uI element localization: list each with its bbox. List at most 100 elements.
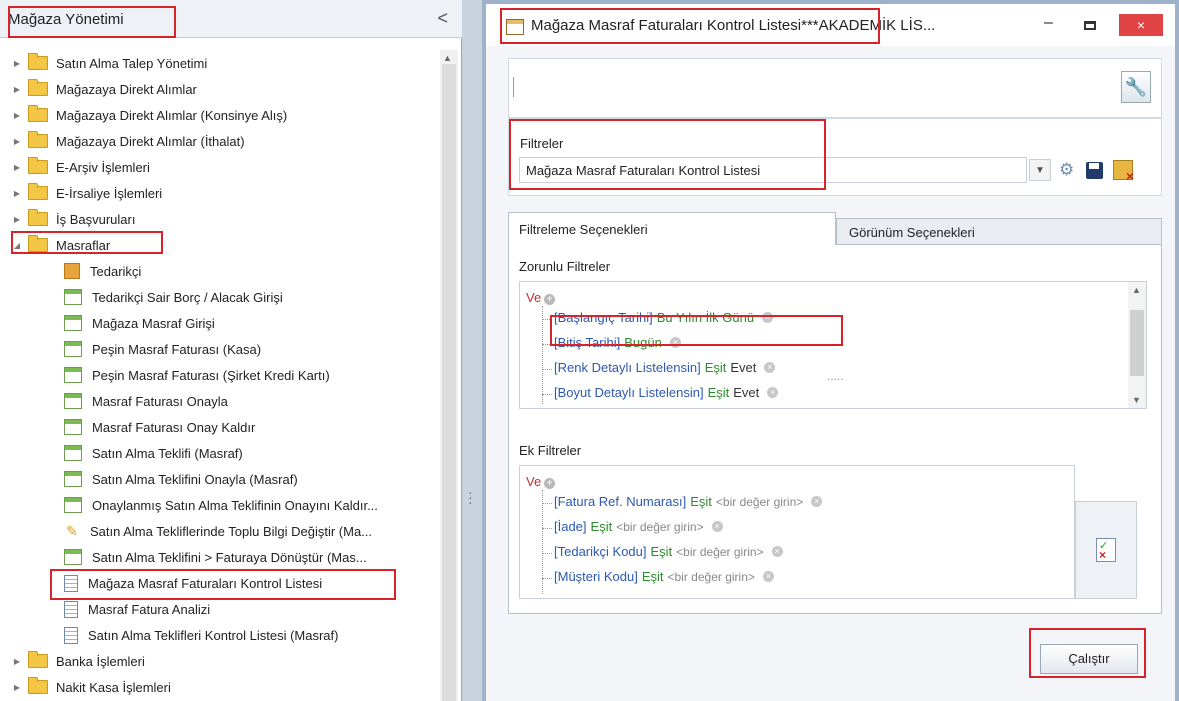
scroll-up-icon[interactable]: ▲ xyxy=(1132,285,1141,295)
expand-arrow-icon[interactable]: ◢ xyxy=(12,241,22,250)
filter-value-placeholder[interactable]: <bir değer girin> xyxy=(616,520,703,534)
tree-item[interactable]: Peşin Masraf Faturası (Kasa) xyxy=(64,336,261,362)
collapse-arrow-icon[interactable]: ▶ xyxy=(12,683,22,692)
collapse-arrow-icon[interactable]: ▶ xyxy=(12,59,22,68)
tree-item[interactable]: ▶ E-Arşiv İşlemleri xyxy=(12,154,150,180)
tree-scrollbar[interactable]: ▲ xyxy=(440,50,458,701)
tree-item[interactable]: ◢ Masraflar xyxy=(12,232,110,258)
scrollbar-thumb[interactable] xyxy=(1130,310,1144,376)
remove-condition-icon[interactable]: × xyxy=(767,387,779,398)
save-icon[interactable] xyxy=(1086,162,1103,179)
collapse-arrow-icon[interactable]: ▶ xyxy=(12,189,22,198)
filter-select[interactable]: Mağaza Masraf Faturaları Kontrol Listesi xyxy=(519,157,1027,183)
conjunction-label[interactable]: Ve + xyxy=(526,474,556,489)
tree-item[interactable]: Masraf Faturası Onayla xyxy=(64,388,228,414)
filter-field[interactable]: [Renk Detaylı Listelensin] xyxy=(554,360,701,375)
tree-item[interactable]: ▶ Mağazaya Direkt Alımlar (Konsinye Alış) xyxy=(12,102,287,128)
remove-condition-icon[interactable]: × xyxy=(811,496,823,507)
tree-item[interactable]: Satın Alma Teklifini > Faturaya Dönüştür… xyxy=(64,544,367,570)
maximize-button[interactable] xyxy=(1084,21,1096,30)
toolbar-input-caret[interactable] xyxy=(513,77,514,97)
tree-item[interactable]: Onaylanmış Satın Alma Teklifinin Onayını… xyxy=(64,492,378,518)
add-condition-icon[interactable]: + xyxy=(544,478,556,489)
remove-condition-icon[interactable]: × xyxy=(771,546,783,557)
tree-item[interactable]: Masraf Faturası Onay Kaldır xyxy=(64,414,255,440)
tree-item[interactable]: Tedarikçi xyxy=(64,258,141,284)
filter-operator[interactable]: Eşit xyxy=(690,494,712,509)
filter-operator[interactable]: Eşit xyxy=(705,360,727,375)
scroll-down-icon[interactable]: ▼ xyxy=(1132,395,1141,405)
tab-filtering-options[interactable]: Filtreleme Seçenekleri xyxy=(508,212,836,245)
collapse-panel-button[interactable]: < xyxy=(437,8,448,29)
tree-item[interactable]: ▶ E-İrsaliye İşlemleri xyxy=(12,180,162,206)
filter-condition-row[interactable]: [Başlangıç Tarihi] Bu Yılın İlk Günü × xyxy=(541,310,774,325)
filter-field[interactable]: [İade] xyxy=(554,519,587,534)
tree-item[interactable]: Mağaza Masraf Girişi xyxy=(64,310,215,336)
filter-condition-row[interactable]: [İade] Eşit <bir değer girin> × xyxy=(542,519,723,534)
filter-value[interactable]: Bu Yılın İlk Günü xyxy=(657,310,754,325)
filter-operator[interactable]: Eşit xyxy=(708,385,730,400)
tree-item[interactable]: ▶ Banka İşlemleri xyxy=(12,648,145,674)
minimize-button[interactable]: – xyxy=(1044,14,1053,32)
filter-condition-row[interactable]: [Müşteri Kodu] Eşit <bir değer girin> × xyxy=(542,569,774,584)
collapse-arrow-icon[interactable]: ▶ xyxy=(12,85,22,94)
scrollbar-thumb[interactable] xyxy=(442,64,456,701)
required-filters-scrollbar[interactable]: ▲ ▼ xyxy=(1128,282,1146,408)
filter-condition-row[interactable]: [Fatura Ref. Numarası] Eşit <bir değer gir… xyxy=(541,494,823,509)
filter-value[interactable]: Evet xyxy=(730,360,756,375)
filter-value[interactable]: Evet xyxy=(733,385,759,400)
remove-condition-icon[interactable]: × xyxy=(711,521,723,532)
panel-splitter[interactable]: · · · xyxy=(462,0,482,701)
collapse-arrow-icon[interactable]: ▶ xyxy=(12,163,22,172)
tree-item[interactable]: ▶ Mağazaya Direkt Alımlar xyxy=(12,76,197,102)
filter-field[interactable]: [Boyut Detaylı Listelensin] xyxy=(554,385,704,400)
settings-tool-button[interactable]: 🔧 xyxy=(1121,71,1151,103)
add-condition-icon[interactable]: + xyxy=(544,294,556,305)
remove-condition-icon[interactable]: × xyxy=(762,312,774,323)
run-button[interactable]: Çalıştır xyxy=(1040,644,1138,674)
tree-item[interactable]: Satın Alma Teklifleri Kontrol Listesi (M… xyxy=(64,622,338,648)
tree-item[interactable]: Peşin Masraf Faturası (Şirket Kredi Kart… xyxy=(64,362,330,388)
filter-operator[interactable]: Eşit xyxy=(591,519,613,534)
filter-operator[interactable]: Eşit xyxy=(651,544,673,559)
filter-condition-row[interactable]: [Bitiş Tarihi] Bugün × xyxy=(542,335,681,350)
tree-item[interactable]: Mağaza Masraf Faturaları Kontrol Listesi xyxy=(64,570,322,596)
remove-condition-icon[interactable]: × xyxy=(669,337,681,348)
conjunction-label[interactable]: Ve + xyxy=(526,290,556,305)
remove-condition-icon[interactable]: × xyxy=(764,362,776,373)
close-button[interactable]: × xyxy=(1119,14,1163,36)
filter-field[interactable]: [Müşteri Kodu] xyxy=(554,569,638,584)
tree-item[interactable]: ▶ Satın Alma Talep Yönetimi xyxy=(12,50,207,76)
filter-field[interactable]: [Tedarikçi Kodu] xyxy=(554,544,647,559)
filter-editor-button[interactable] xyxy=(1075,501,1137,599)
tree-item[interactable]: Masraf Fatura Analizi xyxy=(64,596,210,622)
scroll-up-icon[interactable]: ▲ xyxy=(443,53,452,63)
collapse-arrow-icon[interactable]: ▶ xyxy=(12,215,22,224)
tab-view-options[interactable]: Görünüm Seçenekleri xyxy=(836,218,1162,244)
filter-operator[interactable]: Eşit xyxy=(642,569,664,584)
remove-condition-icon[interactable]: × xyxy=(762,571,774,582)
filter-field[interactable]: [Fatura Ref. Numarası] xyxy=(554,494,686,509)
filter-value-placeholder[interactable]: <bir değer girin> xyxy=(676,545,763,559)
tree-item[interactable]: ▶ Mağazaya Direkt Alımlar (İthalat) xyxy=(12,128,245,154)
filter-condition-row[interactable]: [Renk Detaylı Listelensin] Eşit Evet × xyxy=(541,360,776,375)
tree-item[interactable]: Tedarikçi Sair Borç / Alacak Girişi xyxy=(64,284,283,310)
filter-field[interactable]: [Bitiş Tarihi] xyxy=(554,335,620,350)
gear-icon[interactable]: ⚙ xyxy=(1059,160,1074,180)
collapse-arrow-icon[interactable]: ▶ xyxy=(12,137,22,146)
filter-value[interactable]: Bugün xyxy=(624,335,662,350)
filter-condition-row[interactable]: [Boyut Detaylı Listelensin] Eşit Evet × xyxy=(541,385,779,400)
tree-item[interactable]: ▶ İş Başvuruları xyxy=(12,206,135,232)
tree-item[interactable]: Satın Alma Teklifi (Masraf) xyxy=(64,440,243,466)
filter-value-placeholder[interactable]: <bir değer girin> xyxy=(668,570,755,584)
chevron-down-icon[interactable]: ▼ xyxy=(1029,159,1051,181)
resize-grip[interactable]: ..... xyxy=(827,369,844,383)
collapse-arrow-icon[interactable]: ▶ xyxy=(12,657,22,666)
clear-filter-icon[interactable] xyxy=(1113,160,1134,184)
filter-condition-row[interactable]: [Tedarikçi Kodu] Eşit <bir değer girin> × xyxy=(542,544,783,559)
filter-field[interactable]: [Başlangıç Tarihi] xyxy=(554,310,653,325)
collapse-arrow-icon[interactable]: ▶ xyxy=(12,111,22,120)
filter-value-placeholder[interactable]: <bir değer girin> xyxy=(716,495,803,509)
tree-item[interactable]: ✎ Satın Alma Tekliflerinde Toplu Bilgi De… xyxy=(64,518,372,544)
tree-item[interactable]: Satın Alma Teklifini Onayla (Masraf) xyxy=(64,466,298,492)
